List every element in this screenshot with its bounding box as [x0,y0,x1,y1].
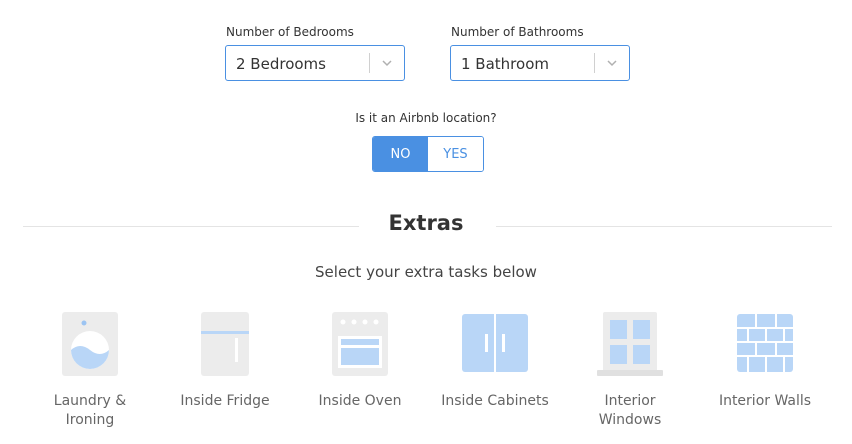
airbnb-question: Is it an Airbnb location? [355,111,497,125]
select-divider [594,53,595,73]
extra-label: Inside Cabinets [441,393,549,409]
extra-label: Interior Walls [718,393,812,409]
chevron-down-icon[interactable] [380,56,394,70]
oven-icon [332,312,388,376]
extra-inside-oven[interactable]: Inside Oven [300,312,420,411]
extra-label: Inside Oven [318,393,402,409]
extras-title: Extras [388,211,464,235]
airbnb-yes-button[interactable]: YES [428,137,483,171]
bedrooms-select[interactable]: 2 Bedrooms [225,45,405,81]
extra-inside-cabinets[interactable]: Inside Cabinets [435,312,555,411]
extra-laundry-ironing[interactable]: Laundry & Ironing [30,312,150,430]
extra-label: Laundry & [53,393,127,409]
extra-label: Inside Fridge [180,393,270,409]
extra-interior-walls[interactable]: Interior Walls [705,312,825,411]
washing-machine-icon [62,312,118,376]
extras-subtitle: Select your extra tasks below [315,263,537,281]
chevron-down-icon[interactable] [605,56,619,70]
extra-inside-fridge[interactable]: Inside Fridge [165,312,285,411]
airbnb-no-button[interactable]: NO [373,137,428,171]
bedrooms-value: 2 Bedrooms [236,55,326,73]
airbnb-toggle: NO YES [372,136,484,172]
brick-wall-icon [737,314,793,372]
extra-label: Interior [604,393,656,409]
extra-interior-windows[interactable]: Interior Windows [570,312,690,430]
bedrooms-label: Number of Bedrooms [226,25,354,39]
cabinet-icon [462,314,528,372]
extra-label: Ironing [65,412,115,428]
bathrooms-value: 1 Bathroom [461,55,549,73]
fridge-icon [201,312,249,376]
select-divider [369,53,370,73]
booking-form: Number of Bedrooms 2 Bedrooms Number of … [0,0,852,444]
window-icon [597,312,663,376]
extra-label: Windows [598,412,662,428]
bathrooms-select[interactable]: 1 Bathroom [450,45,630,81]
bathrooms-label: Number of Bathrooms [451,25,584,39]
